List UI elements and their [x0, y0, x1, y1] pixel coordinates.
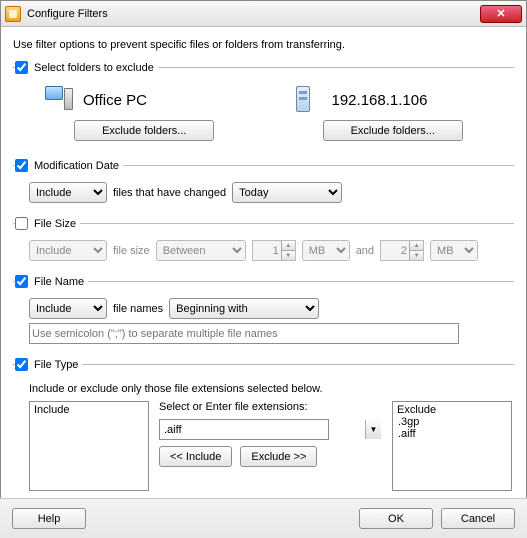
- filename-op-select[interactable]: Beginning with: [169, 298, 319, 319]
- filesize-and-label: and: [356, 245, 374, 257]
- cancel-button[interactable]: Cancel: [441, 508, 515, 529]
- ok-button[interactable]: OK: [359, 508, 433, 529]
- app-icon: [5, 6, 21, 22]
- moddate-checkbox[interactable]: [15, 159, 28, 172]
- section-folders: Select folders to exclude Office PC Excl…: [13, 61, 514, 151]
- server-icon: [292, 86, 322, 114]
- filetype-checkbox[interactable]: [15, 358, 28, 371]
- moddate-mid-label: files that have changed: [113, 187, 226, 199]
- moddate-mode-select[interactable]: Include: [29, 182, 107, 203]
- filetype-legend[interactable]: File Type: [15, 358, 78, 371]
- exclude-ext-button[interactable]: Exclude >>: [240, 446, 317, 467]
- folders-legend[interactable]: Select folders to exclude: [15, 61, 154, 74]
- intro-text: Use filter options to prevent specific f…: [13, 39, 514, 51]
- section-filetype: File Type Include or exclude only those …: [13, 358, 514, 517]
- filesize-unit2-select[interactable]: MB: [430, 240, 478, 261]
- source-name: Office PC: [83, 92, 147, 109]
- dialog-content: Use filter options to prevent specific f…: [1, 27, 526, 517]
- filesize-legend-text: File Size: [34, 218, 76, 230]
- folder-source-col: Office PC Exclude folders...: [35, 86, 254, 141]
- filename-checkbox[interactable]: [15, 275, 28, 288]
- help-button[interactable]: Help: [12, 508, 86, 529]
- filesize-legend[interactable]: File Size: [15, 217, 76, 230]
- dialog-footer: Help OK Cancel: [0, 498, 527, 538]
- filesize-value2-spinner[interactable]: ▲▼: [380, 240, 424, 261]
- section-moddate: Modification Date Include files that hav…: [13, 159, 514, 209]
- filesize-checkbox[interactable]: [15, 217, 28, 230]
- filetype-legend-text: File Type: [34, 359, 78, 371]
- exclude-folders-source-button[interactable]: Exclude folders...: [74, 120, 214, 141]
- filename-mid-label: file names: [113, 303, 163, 315]
- spinner-up-icon[interactable]: ▲: [281, 241, 295, 251]
- exclude-list-header: Exclude: [397, 404, 507, 416]
- window-title: Configure Filters: [27, 8, 480, 20]
- moddate-legend[interactable]: Modification Date: [15, 159, 119, 172]
- folders-legend-text: Select folders to exclude: [34, 62, 154, 74]
- include-listbox[interactable]: Include: [29, 401, 149, 491]
- filesize-unit1-select[interactable]: MB: [302, 240, 350, 261]
- filesize-mid-label: file size: [113, 245, 150, 257]
- spinner-down-icon[interactable]: ▼: [409, 251, 423, 260]
- title-bar: Configure Filters ✕: [1, 1, 526, 27]
- filesize-op-select[interactable]: Between: [156, 240, 246, 261]
- section-filesize: File Size Include file size Between ▲▼ M…: [13, 217, 514, 267]
- filesize-mode-select[interactable]: Include: [29, 240, 107, 261]
- filesize-value1-input[interactable]: [253, 241, 281, 260]
- ext-select-label: Select or Enter file extensions:: [159, 401, 382, 413]
- computer-icon: [43, 86, 73, 114]
- filesize-value1-spinner[interactable]: ▲▼: [252, 240, 296, 261]
- exclude-listbox[interactable]: Exclude .3gp .aiff: [392, 401, 512, 491]
- list-item[interactable]: .aiff: [397, 428, 507, 440]
- moddate-legend-text: Modification Date: [34, 160, 119, 172]
- list-item[interactable]: .3gp: [397, 416, 507, 428]
- dropdown-icon[interactable]: ▼: [365, 420, 381, 439]
- folder-dest-col: 192.168.1.106 Exclude folders...: [284, 86, 503, 141]
- filename-input[interactable]: [29, 323, 459, 344]
- dest-name: 192.168.1.106: [332, 92, 428, 109]
- ext-combobox[interactable]: ▼: [159, 419, 382, 440]
- filetype-desc: Include or exclude only those file exten…: [15, 379, 512, 397]
- exclude-folders-dest-button[interactable]: Exclude folders...: [323, 120, 463, 141]
- filesize-value2-input[interactable]: [381, 241, 409, 260]
- close-icon: ✕: [496, 7, 505, 20]
- moddate-range-select[interactable]: Today: [232, 182, 342, 203]
- filename-legend-text: File Name: [34, 276, 84, 288]
- filename-mode-select[interactable]: Include: [29, 298, 107, 319]
- filename-legend[interactable]: File Name: [15, 275, 84, 288]
- include-ext-button[interactable]: << Include: [159, 446, 232, 467]
- spinner-down-icon[interactable]: ▼: [281, 251, 295, 260]
- folders-checkbox[interactable]: [15, 61, 28, 74]
- spinner-up-icon[interactable]: ▲: [409, 241, 423, 251]
- ext-input[interactable]: [159, 419, 329, 440]
- section-filename: File Name Include file names Beginning w…: [13, 275, 514, 350]
- include-list-header: Include: [34, 404, 144, 416]
- close-button[interactable]: ✕: [480, 5, 522, 23]
